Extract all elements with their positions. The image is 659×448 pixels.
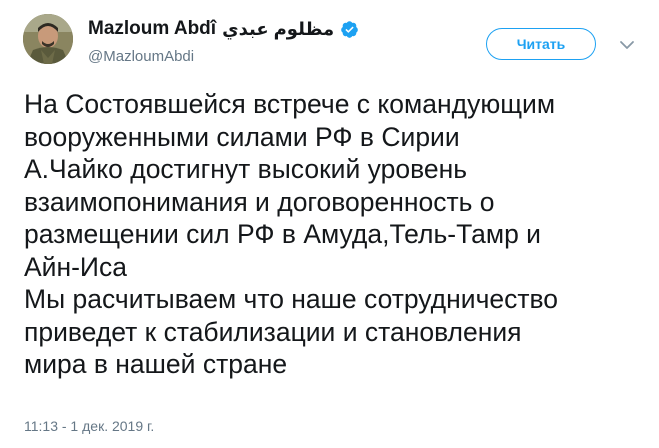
tweet-text-line: А.Чайко достигнут высокий уровень: [24, 154, 468, 184]
tweet-text-line: взаимопонимания и договоренность о: [24, 186, 495, 217]
author-display-name[interactable]: Mazloum Abdî مظلوم عبدي: [88, 18, 359, 40]
chevron-down-icon[interactable]: [619, 37, 635, 53]
avatar[interactable]: [23, 14, 73, 64]
tweet-text-line: мира в нашей стране: [24, 349, 288, 379]
tweet-card: Mazloum Abdî مظلوم عبدي @MazloumAbdi Чит…: [0, 0, 659, 448]
tweet-text-line: размещении сил РФ в Амуда,Тель-Тамр и: [24, 219, 541, 249]
avatar-image: [23, 14, 73, 64]
follow-button[interactable]: Читать: [486, 28, 596, 60]
tweet-text-line: Айн-Иса: [24, 251, 127, 282]
author-handle[interactable]: @MazloumAbdi: [88, 48, 194, 65]
tweet-text-line: Мы расчитываем что наше сотрудничество: [24, 284, 559, 314]
tweet-text-line: вооруженными силами РФ в Сирии: [24, 121, 460, 152]
tweet-text-line: приведет к стабилизации и становления: [24, 316, 522, 347]
author-name-arabic: مظلوم عبدي: [222, 18, 335, 39]
tweet-text-line: На Состоявшейся встрече с командующим: [24, 89, 556, 119]
verified-badge-icon: [340, 20, 359, 39]
tweet-text: На Состоявшейся встрече с командующим во…: [24, 88, 654, 381]
author-name: Mazloum Abdî: [88, 18, 217, 39]
tweet-timestamp[interactable]: 11:13 - 1 дек. 2019 г.: [24, 418, 154, 434]
